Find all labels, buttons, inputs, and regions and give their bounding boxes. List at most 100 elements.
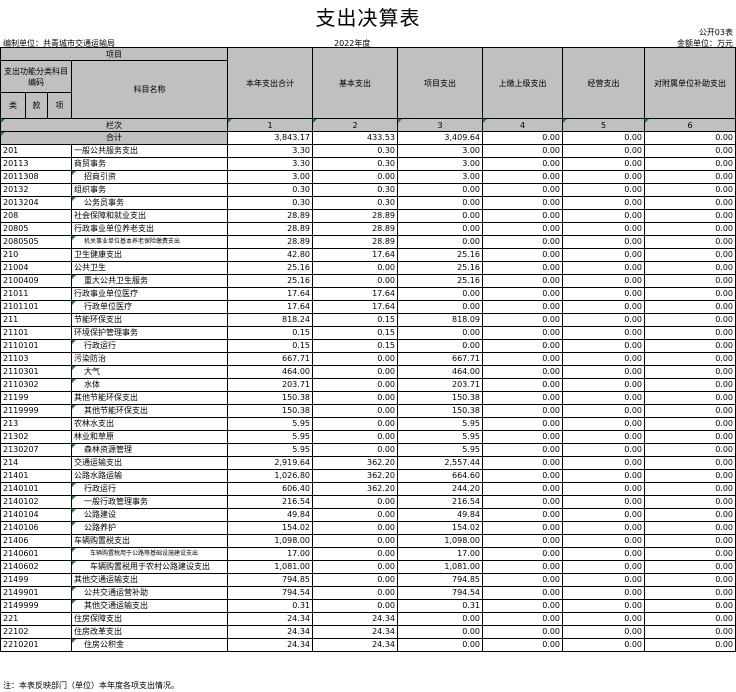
row-value: 794.54 bbox=[397, 586, 483, 600]
row-code: 2140106 bbox=[0, 521, 72, 535]
row-value: 25.16 bbox=[227, 274, 313, 288]
row-value: 28.89 bbox=[312, 209, 398, 223]
header-upper-pay: 上缴上级支出 bbox=[482, 47, 563, 119]
header-project: 项目 bbox=[0, 47, 228, 61]
row-code: 2110302 bbox=[0, 378, 72, 392]
row-value: 464.00 bbox=[397, 365, 483, 379]
row-value: 154.02 bbox=[227, 521, 313, 535]
row-value: 0.00 bbox=[644, 560, 736, 574]
header-project-exp: 项目支出 bbox=[397, 47, 483, 119]
row-value: 0.00 bbox=[644, 456, 736, 470]
row-value: 0.00 bbox=[644, 638, 736, 652]
row-subject-name: 车辆购置税用于公路等基础设施建设支出 bbox=[71, 547, 228, 561]
row-value: 0.15 bbox=[227, 326, 313, 340]
row-value: 0.00 bbox=[562, 222, 645, 236]
row-value: 25.16 bbox=[397, 274, 483, 288]
table-row: 2210201 住房公积金 24.34 24.34 0.00 0.00 0.00 0.00 bbox=[0, 638, 736, 652]
row-value: 0.00 bbox=[482, 391, 563, 405]
row-value: 1,098.00 bbox=[397, 534, 483, 548]
row-value: 0.00 bbox=[644, 274, 736, 288]
table-row: 210 卫生健康支出 42.80 17.64 25.16 0.00 0.00 0.00 bbox=[0, 248, 736, 262]
row-value: 818.09 bbox=[397, 313, 483, 327]
row-value: 3.00 bbox=[397, 144, 483, 158]
row-value: 3.00 bbox=[397, 170, 483, 184]
row-code: 21406 bbox=[0, 534, 72, 548]
row-value: 0.00 bbox=[562, 625, 645, 639]
row-subject-name: 其他交通运输支出 bbox=[71, 599, 228, 613]
row-subject-name: 住房公积金 bbox=[71, 638, 228, 652]
row-value: 0.00 bbox=[482, 313, 563, 327]
table-row: 21302 林业和草原 5.95 0.00 5.95 0.00 0.00 0.00 bbox=[0, 430, 736, 444]
row-value: 0.00 bbox=[562, 365, 645, 379]
row-code: 2110101 bbox=[0, 339, 72, 353]
row-value: 0.00 bbox=[644, 417, 736, 431]
row-value: 0.00 bbox=[312, 378, 398, 392]
row-code: 2140602 bbox=[0, 560, 72, 574]
row-value: 49.84 bbox=[227, 508, 313, 522]
row-value: 0.00 bbox=[562, 547, 645, 561]
row-value: 0.00 bbox=[482, 625, 563, 639]
row-value: 0.00 bbox=[482, 417, 563, 431]
row-code: 221 bbox=[0, 612, 72, 626]
row-subject-name: 车辆购置税支出 bbox=[71, 534, 228, 548]
table-row: 2140602 车辆购置税用于农村公路建设支出 1,081.00 0.00 1,081.… bbox=[0, 560, 736, 574]
table-row: 21101 环境保护管理事务 0.15 0.15 0.00 0.00 0.00 0.00 bbox=[0, 326, 736, 340]
row-value: 0.00 bbox=[482, 352, 563, 366]
row-value: 28.89 bbox=[227, 235, 313, 249]
row-value: 0.00 bbox=[312, 352, 398, 366]
row-subject-name: 行政事业单位养老支出 bbox=[71, 222, 228, 236]
row-value: 0.00 bbox=[562, 482, 645, 496]
total-row: 合计 3,843.17 433.53 3,409.64 0.00 0.00 0.… bbox=[0, 131, 736, 145]
table-row: 2110301 大气 464.00 0.00 464.00 0.00 0.00 0.00 bbox=[0, 365, 736, 379]
header-lei: 类 bbox=[0, 92, 26, 119]
row-value: 0.00 bbox=[482, 599, 563, 613]
row-value: 150.38 bbox=[227, 404, 313, 418]
row-value: 0.00 bbox=[312, 495, 398, 509]
row-value: 0.00 bbox=[644, 196, 736, 210]
row-value: 17.64 bbox=[227, 300, 313, 314]
row-value: 0.00 bbox=[644, 287, 736, 301]
row-value: 0.00 bbox=[562, 521, 645, 535]
row-value: 0.00 bbox=[644, 326, 736, 340]
row-value: 0.00 bbox=[562, 456, 645, 470]
row-value: 0.00 bbox=[644, 209, 736, 223]
row-code: 20805 bbox=[0, 222, 72, 236]
table-row: 20113 商贸事务 3.30 0.30 3.00 0.00 0.00 0.00 bbox=[0, 157, 736, 171]
row-value: 0.00 bbox=[482, 222, 563, 236]
row-value: 0.00 bbox=[562, 495, 645, 509]
row-value: 0.00 bbox=[562, 274, 645, 288]
row-value: 0.00 bbox=[562, 300, 645, 314]
row-code: 2011308 bbox=[0, 170, 72, 184]
row-value: 0.30 bbox=[312, 196, 398, 210]
row-value: 0.00 bbox=[644, 534, 736, 548]
row-value: 0.00 bbox=[482, 547, 563, 561]
row-value: 0.00 bbox=[562, 248, 645, 262]
row-subject-name: 行政运行 bbox=[71, 339, 228, 353]
row-value: 3.00 bbox=[227, 170, 313, 184]
row-value: 0.00 bbox=[482, 287, 563, 301]
row-value: 0.00 bbox=[644, 261, 736, 275]
row-code: 2119999 bbox=[0, 404, 72, 418]
row-code: 2080505 bbox=[0, 235, 72, 249]
table-row: 214 交通运输支出 2,919.64 362.20 2,557.44 0.00 0.00 0… bbox=[0, 456, 736, 470]
table-row: 201 一般公共服务支出 3.30 0.30 3.00 0.00 0.00 0.00 bbox=[0, 144, 736, 158]
row-value: 0.00 bbox=[482, 235, 563, 249]
row-value: 5.95 bbox=[397, 430, 483, 444]
row-code: 2140101 bbox=[0, 482, 72, 496]
row-value: 0.00 bbox=[397, 339, 483, 353]
row-value: 0.00 bbox=[562, 469, 645, 483]
row-code: 211 bbox=[0, 313, 72, 327]
row-subject-name: 重大公共卫生服务 bbox=[71, 274, 228, 288]
row-value: 0.00 bbox=[644, 391, 736, 405]
col-num: 3 bbox=[397, 118, 483, 132]
row-value: 0.00 bbox=[312, 391, 398, 405]
row-value: 0.00 bbox=[562, 612, 645, 626]
row-value: 1,081.00 bbox=[227, 560, 313, 574]
row-value: 0.00 bbox=[644, 625, 736, 639]
table-row: 21499 其他交通运输支出 794.85 0.00 794.85 0.00 0.00 0.0… bbox=[0, 573, 736, 587]
table-row: 211 节能环保支出 818.24 0.15 818.09 0.00 0.00 0.00 bbox=[0, 313, 736, 327]
row-value: 0.00 bbox=[562, 235, 645, 249]
row-code: 2210201 bbox=[0, 638, 72, 652]
row-value: 216.54 bbox=[227, 495, 313, 509]
table-row: 2130207 森林资源管理 5.95 0.00 5.95 0.00 0.00 0.00 bbox=[0, 443, 736, 457]
